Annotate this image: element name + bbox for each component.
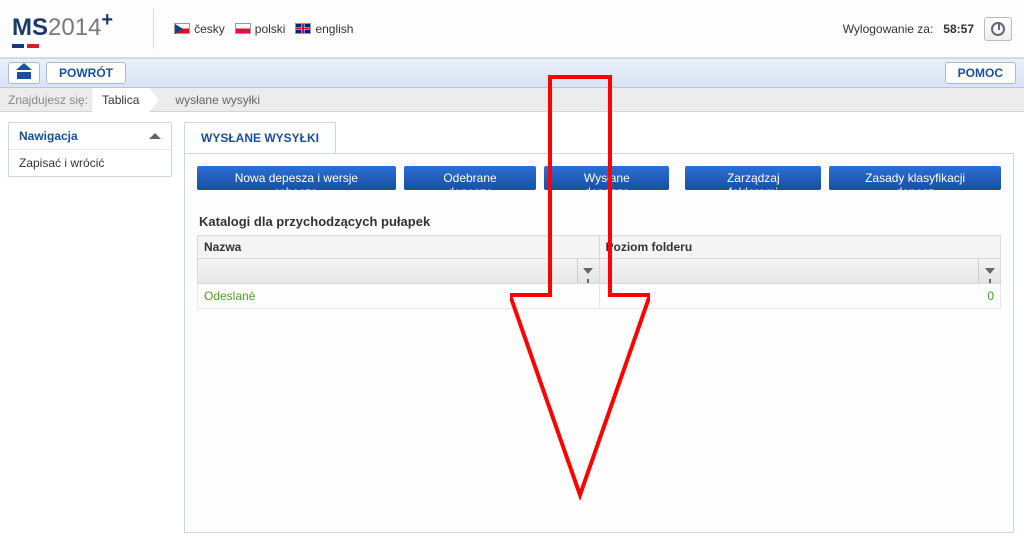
table-row[interactable]: Odeslané 0 (198, 284, 1001, 309)
cell-name: Odeslané (198, 284, 600, 309)
filter-button-name[interactable] (577, 259, 599, 283)
nav-title: Nawigacja (19, 129, 78, 143)
logo-ms: MS (12, 14, 48, 41)
folder-table: Nazwa Poziom folderu (197, 235, 1001, 309)
app-logo: MS2014+ (12, 9, 113, 48)
flag-cz-icon (174, 23, 190, 34)
sidebar-item-save-back[interactable]: Zapisać i wrócić (9, 150, 171, 176)
power-icon (991, 22, 1005, 36)
new-message-button[interactable]: Nowa depesza i wersje robocze (197, 166, 396, 190)
panel: Nowa depesza i wersje robocze Odebrane d… (184, 153, 1014, 533)
lang-english[interactable]: english (295, 22, 353, 36)
back-label: POWRÓT (59, 66, 113, 80)
logout-label: Wylogowanie za: (843, 22, 934, 36)
logo-year: 2014 (48, 14, 101, 41)
top-header: MS2014+ česky polski english Wylogowanie… (0, 0, 1024, 58)
logout-countdown: 58:57 (943, 22, 974, 36)
filter-cell-name (198, 259, 600, 284)
back-button[interactable]: POWRÓT (46, 62, 126, 84)
lang-czech[interactable]: česky (174, 22, 225, 36)
section-title: Katalogi dla przychodzących pułapek (199, 214, 1001, 229)
filter-input-level[interactable] (600, 259, 979, 283)
filter-cell-level (599, 259, 1001, 284)
tab-bar: WYSŁANE WYSYŁKI (184, 122, 1014, 153)
lang-label: english (315, 22, 353, 36)
header-right: Wylogowanie za: 58:57 (843, 17, 1012, 41)
content-area: WYSŁANE WYSYŁKI Nowa depesza i wersje ro… (180, 112, 1024, 550)
filter-button-level[interactable] (978, 259, 1000, 283)
received-button[interactable]: Odebrane depesze (404, 166, 536, 190)
chevron-up-icon (149, 133, 161, 139)
logo-underline (12, 44, 113, 48)
language-switcher: česky polski english (174, 22, 353, 36)
logo-plus: + (101, 9, 113, 31)
flag-pl-icon (235, 23, 251, 34)
filter-input-name[interactable] (198, 259, 577, 283)
flag-en-icon (295, 23, 311, 34)
lang-label: česky (194, 22, 225, 36)
manage-folders-button[interactable]: Zarządzaj folderami (685, 166, 821, 190)
nav-panel: Nawigacja Zapisać i wrócić (8, 122, 172, 177)
toolbar: POWRÓT POMOC (0, 58, 1024, 88)
breadcrumb-item[interactable]: Tablica (92, 88, 149, 112)
sent-button[interactable]: Wysłane depesze (544, 166, 669, 190)
home-button[interactable] (8, 62, 40, 84)
nav-toggle[interactable]: Nawigacja (9, 123, 171, 150)
separator (153, 9, 154, 49)
breadcrumb: Znajdujesz się: Tablica wysłane wysyłki (0, 88, 1024, 112)
button-row: Nowa depesza i wersje robocze Odebrane d… (197, 166, 1001, 190)
logout-button[interactable] (984, 17, 1012, 41)
help-button[interactable]: POMOC (945, 62, 1016, 84)
sidebar: Nawigacja Zapisać i wrócić (0, 112, 180, 550)
col-name-header[interactable]: Nazwa (198, 236, 600, 259)
funnel-icon (985, 268, 995, 274)
lang-polish[interactable]: polski (235, 22, 286, 36)
help-label: POMOC (958, 66, 1003, 80)
funnel-icon (583, 268, 593, 274)
classification-rules-button[interactable]: Zasady klasyfikacji depesz (829, 166, 1001, 190)
col-level-header[interactable]: Poziom folderu (599, 236, 1001, 259)
breadcrumb-prefix: Znajdujesz się: (8, 93, 88, 107)
home-icon (17, 67, 31, 79)
tab-sent[interactable]: WYSŁANE WYSYŁKI (184, 122, 336, 153)
lang-label: polski (255, 22, 286, 36)
cell-level: 0 (599, 284, 1001, 309)
breadcrumb-item[interactable]: wysłane wysyłki (165, 88, 270, 112)
